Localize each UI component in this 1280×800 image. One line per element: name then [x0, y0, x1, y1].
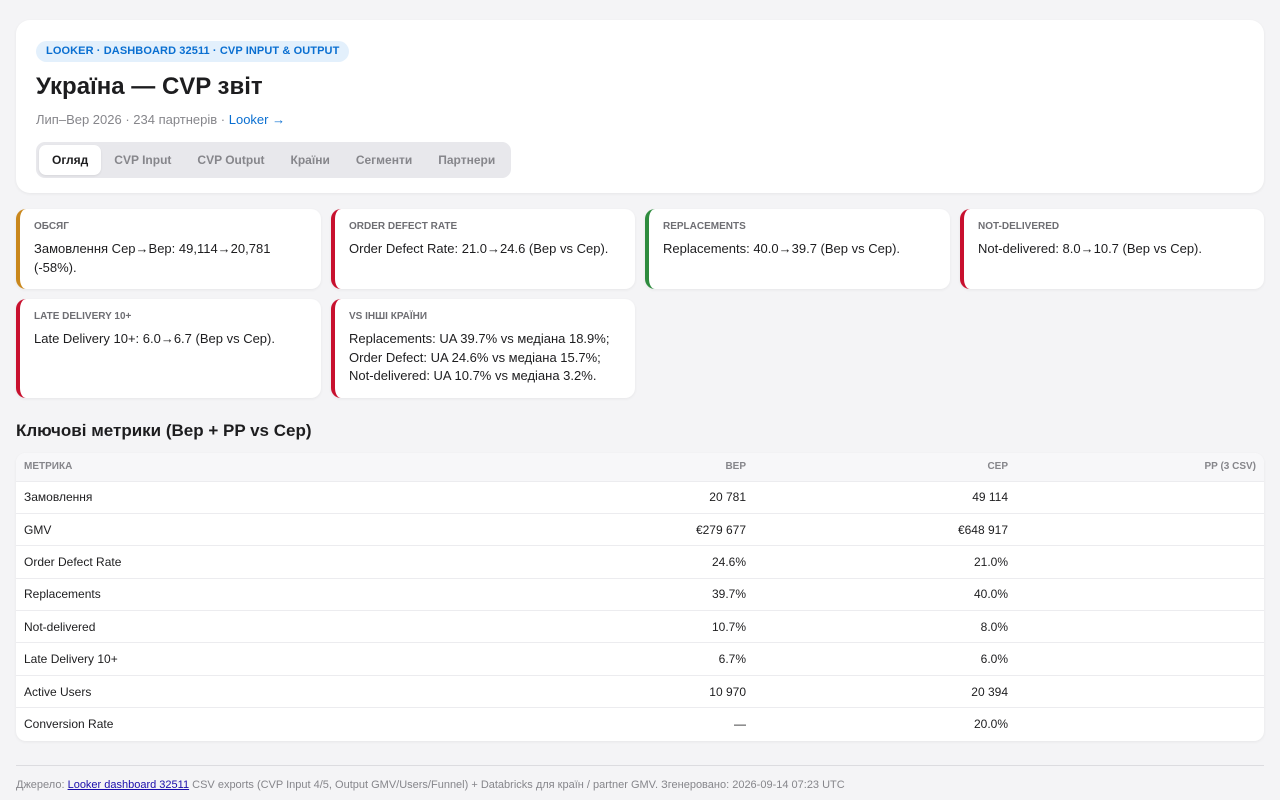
cell-aug-value: 8.0% — [980, 619, 1008, 634]
cell-pp-value — [1016, 675, 1264, 707]
cell-aug-value: €648 917 — [957, 522, 1008, 537]
kpi-label: ОБСЯГ — [34, 221, 69, 232]
tab-partners[interactable]: Партнери — [425, 145, 508, 175]
cell-aug-value: 49 114 — [972, 490, 1008, 505]
cell-metric: Late Delivery 10+ — [24, 652, 118, 667]
cell-sep-value: €279 677 — [695, 522, 746, 537]
table-row: Conversion Rate — 20.0% — [16, 707, 1264, 740]
cell-metric: Order Defect Rate — [24, 554, 122, 569]
table-row: Late Delivery 10+ 6.7% 6.0% — [16, 642, 1264, 675]
column-header-pp: PP (3 CSV) — [1204, 461, 1257, 473]
period-partners-text: Лип–Вер 2026 · 234 партнерів · — [36, 112, 229, 127]
cell-metric: Замовлення — [24, 490, 93, 505]
kpi-card-volume: ОБСЯГ Замовлення Сер→Вер: 49,114→20,781 … — [16, 209, 321, 289]
cell-pp-value — [1016, 643, 1264, 675]
kpi-text: Late Delivery 10+: 6.0→6.7 (Вер vs Сер). — [34, 331, 275, 346]
cell-pp-value — [1016, 481, 1264, 513]
kpi-card-replacements: REPLACEMENTS Replacements: 40.0→39.7 (Ве… — [645, 209, 950, 289]
cell-sep-value: 39.7% — [711, 587, 746, 602]
cell-aug-value: 20.0% — [973, 717, 1008, 732]
cell-aug-value: 6.0% — [980, 652, 1008, 667]
cell-sep-value: 10.7% — [711, 619, 746, 634]
table-row: Замовлення 20 781 49 114 — [16, 481, 1264, 513]
table-row: Not-delivered 10.7% 8.0% — [16, 610, 1264, 643]
cell-metric: Not-delivered — [24, 619, 96, 634]
cell-sep-value: 24.6% — [711, 554, 746, 569]
footer-divider — [16, 765, 1264, 766]
kpi-label: NOT-DELIVERED — [978, 221, 1060, 232]
metrics-table-container: МЕТРИКА ВЕР СЕР PP (3 CSV) Замовлення 20 … — [16, 453, 1264, 741]
cell-sep-value: 20 781 — [709, 490, 746, 505]
table-row: GMV €279 677 €648 917 — [16, 513, 1264, 545]
column-header-metric: МЕТРИКА — [24, 461, 73, 473]
tab-countries[interactable]: Країни — [278, 145, 343, 175]
footer-suffix: CSV exports (CVP Input 4/5, Output GMV/U… — [189, 779, 845, 791]
table-row: Order Defect Rate 24.6% 21.0% — [16, 545, 1264, 578]
cell-pp-value — [1016, 611, 1264, 643]
table-body: Замовлення 20 781 49 114 GMV €279 677 €648 91… — [16, 481, 1264, 740]
table-header-row: МЕТРИКА ВЕР СЕР PP (3 CSV) — [16, 453, 1264, 481]
kpi-label: LATE DELIVERY 10+ — [34, 311, 132, 322]
kpi-text: Замовлення Сер→Вер: 49,114→20,781 (-58%)… — [34, 241, 271, 275]
tab-overview[interactable]: Огляд — [39, 145, 102, 175]
cell-pp-value — [1016, 513, 1264, 545]
column-header-aug: СЕР — [987, 461, 1008, 473]
cell-metric: Active Users — [24, 684, 92, 699]
kpi-card-order-defect-rate: ORDER DEFECT RATE Order Defect Rate: 21.… — [331, 209, 635, 289]
cell-pp-value — [1016, 546, 1264, 578]
footer-prefix: Джерело: — [16, 779, 68, 791]
cell-metric: Conversion Rate — [24, 717, 114, 732]
tab-cvp-input[interactable]: CVP Input — [101, 145, 184, 175]
kpi-label: REPLACEMENTS — [663, 221, 746, 232]
metrics-table: МЕТРИКА ВЕР СЕР PP (3 CSV) Замовлення 20 … — [16, 453, 1264, 740]
tab-bar: Огляд CVP Input CVP Output Країни Сегмен… — [36, 142, 512, 178]
kpi-text: Not-delivered: 8.0→10.7 (Вер vs Сер). — [978, 241, 1202, 256]
cell-sep-value: 6.7% — [718, 652, 746, 667]
kpi-label: ORDER DEFECT RATE — [349, 221, 458, 232]
table-row: Active Users 10 970 20 394 — [16, 675, 1264, 707]
kpi-text: Replacements: UA 39.7% vs медіана 18.9%;… — [349, 331, 610, 383]
table-row: Replacements 39.7% 40.0% — [16, 578, 1264, 610]
kpi-card-not-delivered: NOT-DELIVERED Not-delivered: 8.0→10.7 (В… — [960, 209, 1264, 289]
metrics-section-title: Ключові метрики (Вер + PP vs Сер) — [16, 421, 312, 440]
page-title: Україна — CVP звіт — [36, 73, 263, 100]
footer-source: Джерело: Looker dashboard 32511 CSV expo… — [16, 778, 845, 792]
kpi-text: Order Defect Rate: 21.0→24.6 (Вер vs Сер… — [349, 241, 609, 256]
kpi-text: Replacements: 40.0→39.7 (Вер vs Сер). — [663, 241, 901, 256]
looker-dashboard-link[interactable]: Looker dashboard 32511 — [68, 779, 190, 791]
cell-sep-value: 10 970 — [709, 684, 746, 699]
cell-metric: GMV — [24, 522, 52, 537]
column-header-sep: ВЕР — [725, 461, 746, 473]
cell-metric: Replacements — [24, 587, 101, 602]
looker-link[interactable]: Looker → — [229, 112, 285, 127]
tab-segments[interactable]: Сегменти — [343, 145, 425, 175]
source-badge: LOOKER · DASHBOARD 32511 · CVP INPUT & O… — [36, 41, 350, 62]
tab-cvp-output[interactable]: CVP Output — [184, 145, 277, 175]
cell-aug-value: 20 394 — [971, 684, 1008, 699]
cell-aug-value: 40.0% — [973, 587, 1008, 602]
cell-sep-value: — — [734, 717, 746, 732]
kpi-card-late-delivery: LATE DELIVERY 10+ Late Delivery 10+: 6.0… — [16, 299, 321, 398]
cell-pp-value — [1016, 708, 1264, 740]
cell-aug-value: 21.0% — [973, 554, 1008, 569]
kpi-card-vs-other-countries: VS ІНШІ КРАЇНИ Replacements: UA 39.7% vs… — [331, 299, 635, 398]
kpi-label: VS ІНШІ КРАЇНИ — [349, 311, 428, 322]
page-subtitle: Лип–Вер 2026 · 234 партнерів · Looker → — [36, 111, 1244, 128]
cell-pp-value — [1016, 578, 1264, 610]
report-header: LOOKER · DASHBOARD 32511 · CVP INPUT & O… — [16, 20, 1264, 193]
